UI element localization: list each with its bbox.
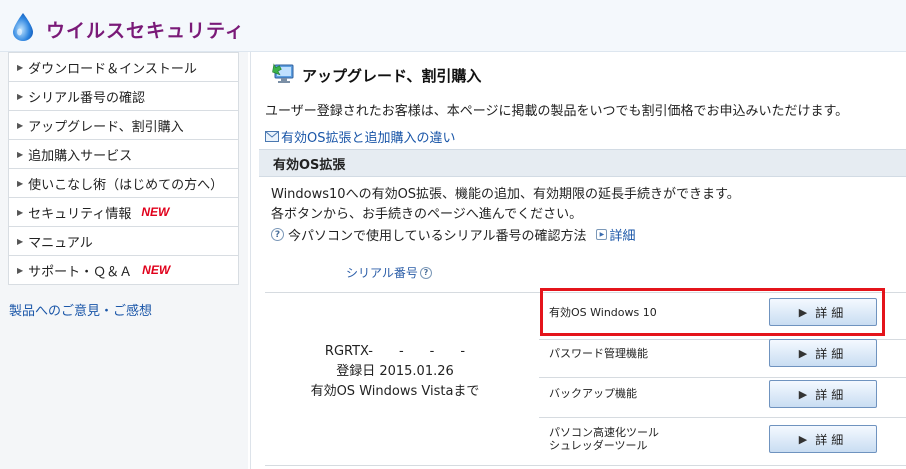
sidebar-item-support-qa[interactable]: ▶ サポート・Ｑ＆Ａ NEW [8, 255, 239, 285]
feature-label-line: パソコン高速化ツール [549, 426, 659, 439]
question-icon[interactable]: ? [419, 266, 432, 279]
triangle-right-icon: ▶ [17, 207, 24, 217]
table-divider [265, 465, 906, 466]
sidebar: ▶ ダウンロード＆インストール ▶ シリアル番号の確認 ▶ アップグレード、割引… [0, 52, 248, 469]
os-extension-difference-link[interactable]: 有効OS拡張と追加購入の違い [265, 127, 456, 146]
play-square-icon: ▶ [596, 229, 608, 240]
os-extension-difference-link-text: 有効OS拡張と追加購入の違い [281, 131, 456, 146]
sidebar-menu: ▶ ダウンロード＆インストール ▶ シリアル番号の確認 ▶ アップグレード、割引… [8, 52, 239, 285]
play-icon: ▶ [798, 387, 808, 401]
triangle-right-icon: ▶ [17, 149, 24, 159]
feedback-link[interactable]: 製品へのご意見・ご感想 [9, 300, 152, 319]
sidebar-item-additional-purchase[interactable]: ▶ 追加購入サービス [8, 139, 239, 169]
detail-link-text: 詳細 [609, 229, 636, 244]
water-drop-logo-icon [13, 13, 33, 41]
serial-number-value: RGRTX- - - - [324, 344, 466, 359]
section-header-os-extension: 有効OS拡張 [259, 149, 906, 177]
detail-button-password[interactable]: ▶ 詳細 [769, 339, 877, 367]
sidebar-item-label: シリアル番号の確認 [28, 90, 146, 106]
feature-label-speedup-shredder: パソコン高速化ツール シュレッダーツール [549, 426, 659, 452]
main-content: アップグレード、割引購入 ユーザー登録されたお客様は、本ページに掲載の製品をいつ… [250, 52, 906, 469]
serial-help-detail-link[interactable]: ▶ 詳細 [596, 225, 636, 244]
triangle-right-icon: ▶ [17, 236, 24, 246]
triangle-right-icon: ▶ [17, 265, 24, 275]
highlight-box [540, 288, 885, 336]
detail-button-speedup-shredder[interactable]: ▶ 詳細 [769, 425, 877, 453]
serial-number-column-header: シリアル番号 ? [346, 264, 432, 281]
valid-os-value: 有効OS Windows Vistaまで [310, 384, 480, 399]
serial-help-line: ? 今パソコンで使用しているシリアル番号の確認方法 ▶ 詳細 [271, 225, 636, 244]
detail-button-label: 詳細 [815, 387, 848, 402]
detail-button-label: 詳細 [815, 346, 848, 361]
play-icon: ▶ [798, 432, 808, 446]
app-header: ウイルスセキュリティ [0, 0, 906, 52]
triangle-right-icon: ▶ [17, 120, 24, 130]
row-divider [539, 417, 906, 418]
new-badge: NEW [142, 263, 171, 277]
detail-button-backup[interactable]: ▶ 詳細 [769, 380, 877, 408]
sidebar-item-label: マニュアル [28, 235, 93, 251]
sidebar-item-label: 使いこなし術（はじめての方へ） [28, 177, 224, 193]
sidebar-item-serial-check[interactable]: ▶ シリアル番号の確認 [8, 81, 239, 111]
sidebar-item-manual[interactable]: ▶ マニュアル [8, 226, 239, 256]
envelope-icon [265, 131, 279, 142]
sidebar-item-security-info[interactable]: ▶ セキュリティ情報 NEW [8, 197, 239, 227]
detail-button-label: 詳細 [815, 432, 848, 447]
intro-text: ユーザー登録されたお客様は、本ページに掲載の製品をいつでも割引価格でお申込みいた… [265, 104, 849, 119]
triangle-right-icon: ▶ [17, 91, 24, 101]
sidebar-item-tips[interactable]: ▶ 使いこなし術（はじめての方へ） [8, 168, 239, 198]
page-title: アップグレード、割引購入 [302, 67, 482, 85]
registration-date: 登録日 2015.01.26 [336, 364, 454, 379]
row-divider [539, 377, 906, 378]
feature-label-line: シュレッダーツール [549, 439, 648, 452]
serial-number-header-text: シリアル番号 [346, 266, 418, 280]
play-icon: ▶ [798, 346, 808, 360]
sidebar-item-label: ダウンロード＆インストール [28, 61, 197, 77]
section-description: Windows10への有効OS拡張、機能の追加、有効期限の延長手続きができます。 [271, 187, 740, 202]
sidebar-item-label: アップグレード、割引購入 [28, 119, 184, 135]
serial-info-cell: RGRTX- - - - 登録日 2015.01.26 有効OS Windows… [265, 342, 525, 402]
triangle-right-icon: ▶ [17, 62, 24, 72]
feature-label-backup: バックアップ機能 [549, 387, 637, 400]
sidebar-item-label: サポート・Ｑ＆Ａ [28, 264, 133, 280]
monitor-upgrade-icon [272, 63, 294, 83]
sidebar-item-download-install[interactable]: ▶ ダウンロード＆インストール [8, 52, 239, 82]
sidebar-item-upgrade[interactable]: ▶ アップグレード、割引購入 [8, 110, 239, 140]
sidebar-item-label: セキュリティ情報 [28, 206, 132, 222]
feature-label-password: パスワード管理機能 [549, 347, 648, 360]
question-icon: ? [271, 228, 284, 241]
section-instruction: 各ボタンから、お手続きのページへ進んでください。 [271, 207, 583, 222]
sidebar-item-label: 追加購入サービス [28, 148, 133, 164]
new-badge: NEW [141, 205, 170, 219]
serial-help-text: 今パソコンで使用しているシリアル番号の確認方法 [288, 229, 587, 244]
triangle-right-icon: ▶ [17, 178, 24, 188]
app-title: ウイルスセキュリティ [46, 20, 245, 42]
